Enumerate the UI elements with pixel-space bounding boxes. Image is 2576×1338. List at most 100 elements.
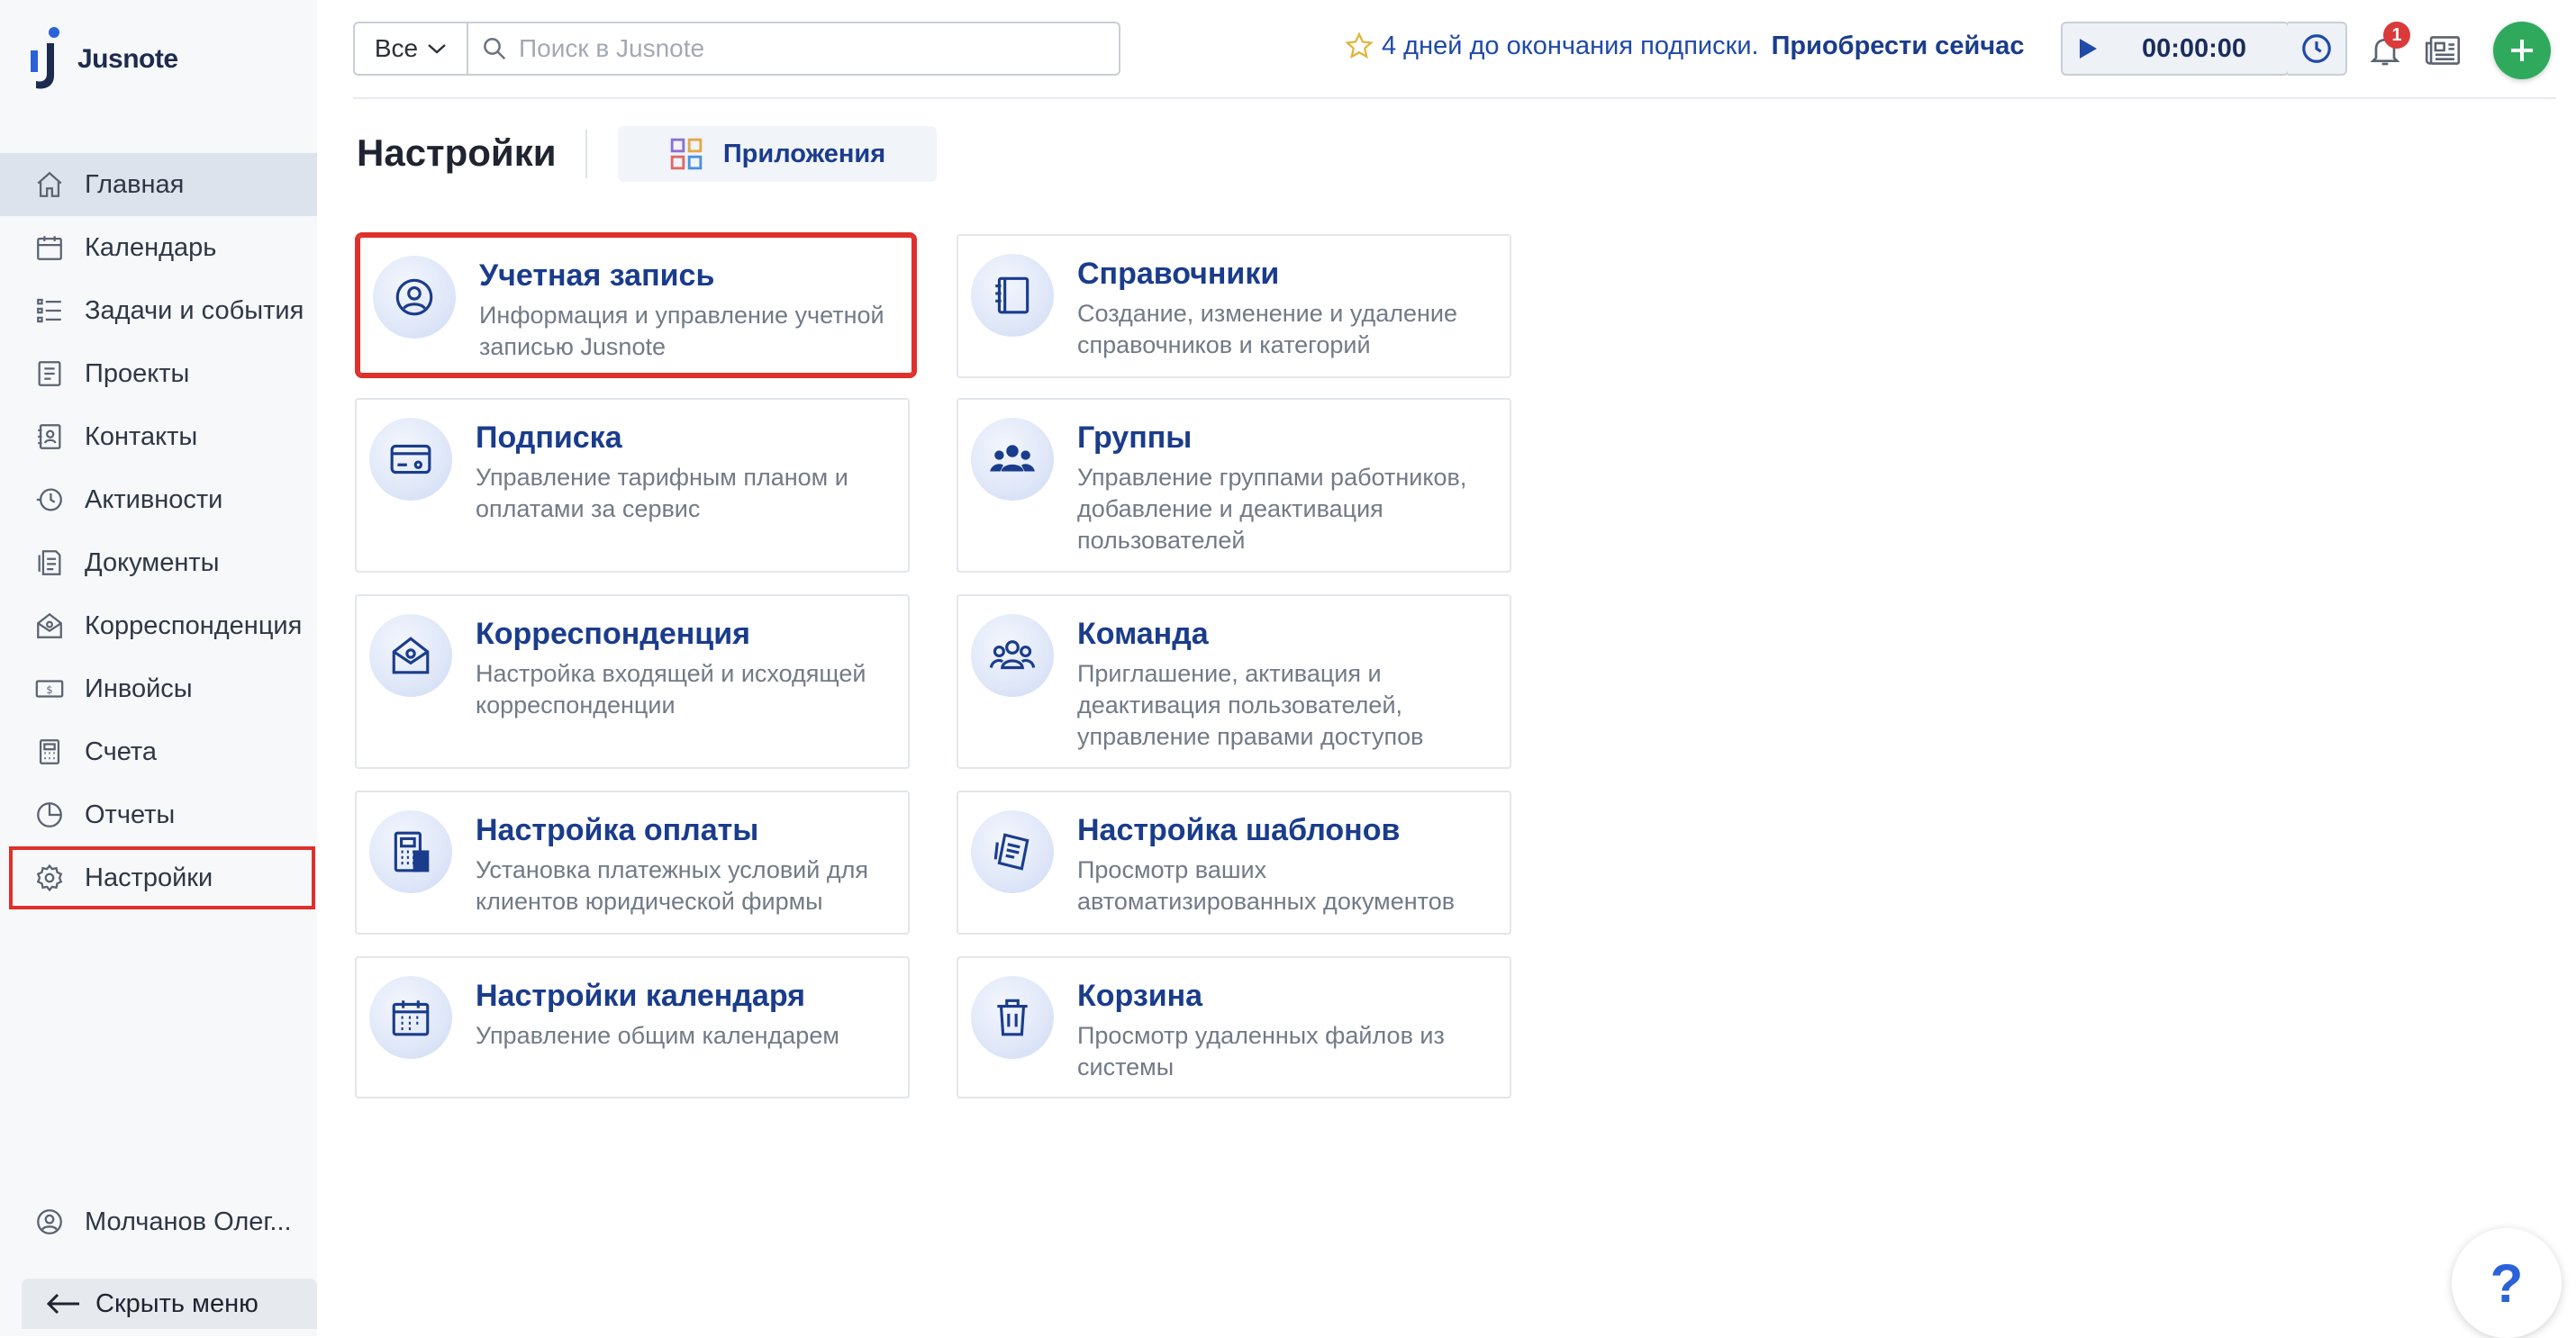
search-input[interactable] [519,34,1095,63]
user-profile[interactable]: Молчанов Олег... [34,1207,304,1237]
correspondence-icon [37,612,62,638]
sidebar-item-label: Счета [85,737,157,766]
sidebar-item-documents[interactable]: Документы [0,531,317,594]
sidebar-item-label: Проекты [85,358,190,388]
sidebar-item-settings[interactable]: Настройки [9,846,315,909]
card-title: Корзина [1077,979,1203,1013]
card-directories[interactable]: Справочники Создание, изменение и удален… [957,234,1511,378]
card-icon [971,418,1054,501]
chevron-down-icon [428,44,446,54]
card-description: Управление общим календарем [476,1022,839,1050]
sidebar-item-accounts[interactable]: Счета [0,720,317,783]
card-calendar-settings[interactable]: Настройки календаря Управление общим кал… [355,956,910,1098]
play-icon [2080,39,2097,59]
apps-grid-icon [670,138,703,170]
notifications-button[interactable]: 1 [2360,22,2410,74]
card-title: Подписка [476,420,622,455]
hide-menu-label: Скрыть меню [95,1288,259,1318]
sidebar-item-label: Настройки [85,863,213,892]
card-title: Группы [1077,420,1193,455]
user-name: Молчанов Олег... [85,1207,292,1236]
sidebar-item-invoices[interactable]: $ Инвойсы [0,657,317,720]
settings-icon [36,863,63,892]
sidebar-item-label: Задачи и события [85,295,304,325]
calendar-icon [37,236,62,260]
sidebar-item-label: Контакты [85,421,198,451]
timer-play-button[interactable] [2063,23,2113,74]
card-account[interactable]: Учетная запись Информация и управление у… [355,232,917,378]
search-scope-value: Все [374,34,419,62]
hide-menu-button[interactable]: Скрыть меню [22,1279,317,1329]
app-logo[interactable]: Jusnote [27,25,178,94]
search-scope-dropdown[interactable]: Все [353,22,468,76]
card-template-settings[interactable]: Настройка шаблонов Просмотр ваших автома… [957,791,1511,935]
help-button[interactable]: ? [2452,1228,2562,1338]
card-trash[interactable]: Корзина Просмотр удаленных файлов из сис… [957,956,1511,1098]
invoices-icon: $ [35,680,64,698]
sidebar-item-reports[interactable]: Отчеты [0,783,317,846]
search-icon [484,38,506,60]
card-title: Настройка шаблонов [1077,813,1401,847]
card-title: Справочники [1077,257,1280,291]
card-title: Настройка оплаты [476,813,759,847]
sidebar-item-label: Главная [85,169,185,199]
buy-now-link[interactable]: Приобрести сейчас [1772,32,2025,61]
sidebar-item-calendar[interactable]: Календарь [0,216,317,279]
card-subscription[interactable]: Подписка Управление тарифным планом и оп… [355,398,910,573]
card-description: Просмотр ваших автоматизированных докуме… [1077,856,1456,916]
subscription-promo: 4 дней до окончания подписки. Приобрести… [1344,31,2024,61]
plus-icon [2511,40,2533,61]
sidebar-item-label: Календарь [85,232,217,262]
timer-value: 00:00:00 [2141,33,2247,63]
trash-icon [997,999,1028,1036]
sidebar-item-tasks[interactable]: Задачи и события [0,279,317,342]
card-description: Настройка входящей и исходящей корреспон… [476,660,866,719]
card-title: Учетная запись [479,258,715,293]
card-description: Информация и управление учетной записью … [479,302,884,361]
sidebar: Jusnote Главная Календарь Задачи и событ… [0,0,317,1336]
jusnote-logo-icon [31,27,59,89]
card-title: Настройки календаря [476,979,805,1013]
card-description: Просмотр удаленных файлов из системы [1077,1022,1445,1081]
card-groups[interactable]: Группы Управление группами работников, д… [957,398,1511,573]
card-description: Приглашение, активация и деактивация пол… [1077,660,1424,751]
sidebar-item-label: Документы [85,547,220,577]
card-payment-settings[interactable]: Настройка оплаты Установка платежных усл… [355,791,910,935]
tab-applications[interactable]: Приложения [618,126,937,182]
sidebar-item-label: Отчеты [85,800,176,829]
news-button[interactable] [2417,27,2468,74]
time-history-button[interactable] [2288,22,2347,76]
card-icon [373,256,456,339]
card-team[interactable]: Команда Приглашение, активация и деактив… [957,594,1511,769]
card-correspondence[interactable]: Корреспонденция Настройка входящей и исх… [355,594,910,769]
svg-text:$: $ [46,683,52,696]
card-icon [369,418,452,501]
user-circle-icon [37,1209,62,1234]
star-icon [1345,32,1374,59]
sidebar-item-label: Активности [85,484,223,514]
sidebar-item-home[interactable]: Главная [0,153,317,216]
sidebar-item-projects[interactable]: Проекты [0,342,317,405]
top-bar: Все 4 дней до окончания подписки. Приобр… [353,22,2576,79]
card-description: Установка платежных условий для клиентов… [476,856,868,916]
card-description: Управление тарифным планом и оплатами за… [476,464,848,523]
calendar-settings-icon [392,1000,430,1036]
card-description: Создание, изменение и удаление справочни… [1077,300,1457,359]
sidebar-item-contacts[interactable]: Контакты [0,405,317,468]
templates-icon [993,833,1029,871]
envelope-icon [392,637,430,674]
top-divider [353,97,2556,99]
card-icon [971,254,1054,337]
sidebar-item-activity[interactable]: Активности [0,468,317,531]
tasks-icon [37,298,61,323]
home-icon [37,171,62,197]
sidebar-item-correspondence[interactable]: Корреспонденция [0,594,317,657]
card-icon [971,976,1054,1059]
add-button[interactable] [2493,22,2551,79]
time-tracker: 00:00:00 [2061,22,2290,76]
card-icon [369,976,452,1059]
clock-icon [2302,34,2331,63]
card-description: Управление группами работников, добавлен… [1077,464,1467,555]
card-icon [971,810,1054,893]
groups-icon [990,445,1035,472]
